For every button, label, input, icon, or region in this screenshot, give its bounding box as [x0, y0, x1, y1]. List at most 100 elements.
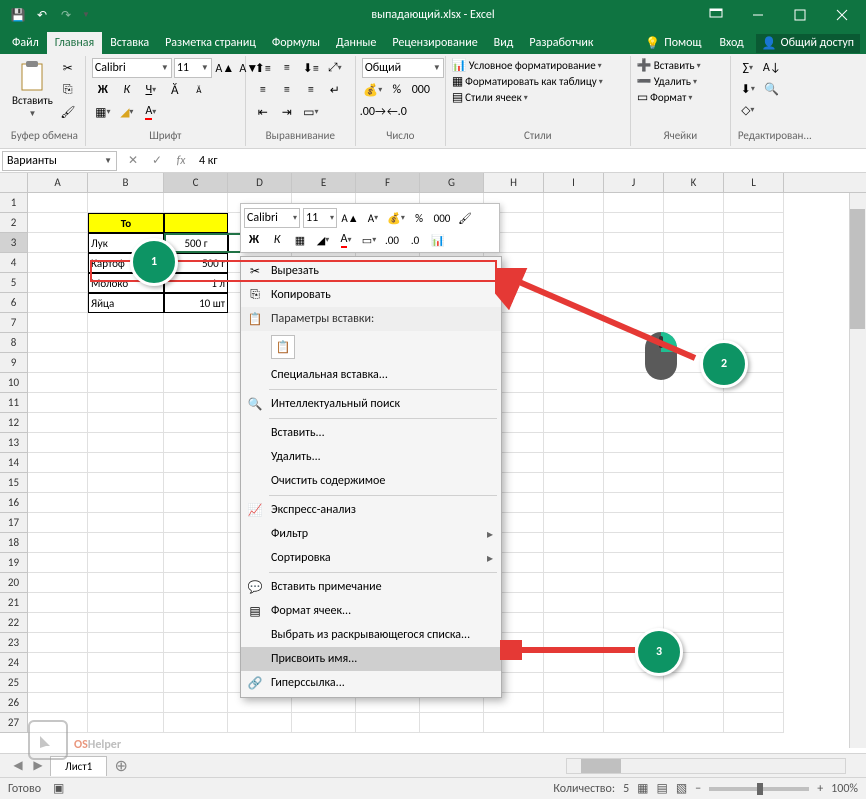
menu-insert-comment[interactable]: 💬Вставить примечание [241, 575, 501, 599]
col-header-G[interactable]: G [420, 173, 484, 192]
share-button[interactable]: 👤Общий доступ [756, 34, 860, 53]
cell-J6[interactable] [604, 293, 664, 313]
select-all-corner[interactable] [0, 173, 28, 192]
cell-B14[interactable] [88, 453, 164, 473]
cell-C15[interactable] [164, 473, 228, 493]
menu-hyperlink[interactable]: 🔗Гиперссылка... [241, 671, 501, 695]
cell-B24[interactable] [88, 653, 164, 673]
cell-styles-button[interactable]: ▤Стили ячеек▾ [452, 90, 528, 105]
col-header-E[interactable]: E [292, 173, 356, 192]
row-header-22[interactable]: 22 [0, 613, 28, 633]
horizontal-scrollbar[interactable] [566, 758, 846, 774]
cell-J27[interactable] [604, 713, 664, 733]
cell-C12[interactable] [164, 413, 228, 433]
cell-I1[interactable] [544, 193, 604, 213]
cell-J20[interactable] [604, 573, 664, 593]
align-left-icon[interactable]: ≡ [252, 80, 274, 100]
login-link[interactable]: Вход [711, 32, 751, 54]
cell-I6[interactable] [544, 293, 604, 313]
name-box[interactable]: Варианты▼ [2, 151, 117, 171]
row-header-23[interactable]: 23 [0, 633, 28, 653]
cell-L18[interactable] [724, 533, 784, 553]
cell-K26[interactable] [664, 693, 724, 713]
col-header-A[interactable]: A [28, 173, 88, 192]
cell-C25[interactable] [164, 673, 228, 693]
decrease-indent-icon[interactable]: ⇤ [252, 102, 274, 122]
cell-J4[interactable] [604, 253, 664, 273]
font-select[interactable]: Calibri▼ [92, 58, 172, 78]
cell-K11[interactable] [664, 393, 724, 413]
cell-L14[interactable] [724, 453, 784, 473]
cell-B21[interactable] [88, 593, 164, 613]
cell-A25[interactable] [28, 673, 88, 693]
row-header-19[interactable]: 19 [0, 553, 28, 573]
row-header-3[interactable]: 3 [0, 233, 28, 253]
insert-cells-button[interactable]: ➕Вставить▾ [637, 58, 701, 73]
cell-L12[interactable] [724, 413, 784, 433]
cell-L6[interactable] [724, 293, 784, 313]
cell-K14[interactable] [664, 453, 724, 473]
align-center-icon[interactable]: ≡ [276, 80, 298, 100]
enter-formula-icon[interactable]: ✓ [147, 151, 167, 171]
cell-I11[interactable] [544, 393, 604, 413]
cell-A3[interactable] [28, 233, 88, 253]
cell-B11[interactable] [88, 393, 164, 413]
cell-B17[interactable] [88, 513, 164, 533]
underline-button[interactable]: Ч▾ [140, 80, 162, 100]
mini-grow-font-icon[interactable]: A▲ [340, 208, 360, 228]
format-painter-icon[interactable]: 🖌 [57, 102, 79, 122]
menu-pick-from-list[interactable]: Выбрать из раскрывающегося списка... [241, 623, 501, 647]
formula-input[interactable]: 4 кг [195, 154, 866, 168]
increase-font-icon[interactable]: Ă [164, 80, 186, 100]
zoom-level[interactable]: 100% [831, 782, 858, 796]
decrease-decimal-icon[interactable]: ←.0 [386, 102, 408, 122]
col-header-J[interactable]: J [604, 173, 664, 192]
menu-delete[interactable]: Удалить... [241, 445, 501, 469]
grow-font-icon[interactable]: A▲ [214, 58, 236, 78]
merge-button[interactable]: ▭▾ [300, 102, 322, 122]
cell-I21[interactable] [544, 593, 604, 613]
align-bottom-icon[interactable]: ⬇≡ [300, 58, 322, 78]
tab-file[interactable]: Файл [4, 32, 47, 54]
cell-L19[interactable] [724, 553, 784, 573]
cell-B1[interactable] [88, 193, 164, 213]
save-icon[interactable]: 💾 [10, 7, 26, 23]
cell-E27[interactable] [292, 713, 356, 733]
mini-bold-button[interactable]: Ж [244, 230, 264, 250]
cell-L15[interactable] [724, 473, 784, 493]
qat-dropdown-icon[interactable]: ▼ [82, 10, 90, 20]
mini-size-select[interactable]: 11▾ [303, 208, 337, 228]
cell-I20[interactable] [544, 573, 604, 593]
copy-icon[interactable]: ⎘ [57, 80, 79, 100]
cell-J3[interactable] [604, 233, 664, 253]
cell-D27[interactable] [228, 713, 292, 733]
cell-I24[interactable] [544, 653, 604, 673]
tab-home[interactable]: Главная [47, 32, 102, 54]
align-middle-icon[interactable]: ≡ [276, 58, 298, 78]
cell-I3[interactable] [544, 233, 604, 253]
cell-I5[interactable] [544, 273, 604, 293]
cell-I8[interactable] [544, 333, 604, 353]
cell-L21[interactable] [724, 593, 784, 613]
redo-icon[interactable]: ↷ [58, 7, 74, 23]
cell-K12[interactable] [664, 413, 724, 433]
cell-C26[interactable] [164, 693, 228, 713]
cell-B2[interactable]: То [88, 213, 164, 233]
cell-I14[interactable] [544, 453, 604, 473]
cell-L20[interactable] [724, 573, 784, 593]
find-icon[interactable]: 🔍 [761, 79, 783, 99]
cell-C18[interactable] [164, 533, 228, 553]
cell-A26[interactable] [28, 693, 88, 713]
row-header-13[interactable]: 13 [0, 433, 28, 453]
zoom-in-icon[interactable]: + [817, 782, 823, 796]
cell-C9[interactable] [164, 353, 228, 373]
comma-icon[interactable]: 000 [410, 80, 432, 100]
cell-L1[interactable] [724, 193, 784, 213]
cell-C14[interactable] [164, 453, 228, 473]
cell-B19[interactable] [88, 553, 164, 573]
cell-A21[interactable] [28, 593, 88, 613]
cell-I15[interactable] [544, 473, 604, 493]
cell-J25[interactable] [604, 673, 664, 693]
tab-developer[interactable]: Разработчик [521, 32, 601, 54]
tab-layout[interactable]: Разметка страниц [157, 32, 264, 54]
